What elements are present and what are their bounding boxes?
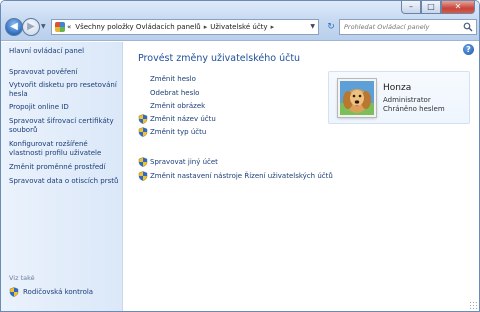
search-box[interactable] <box>339 19 477 35</box>
dog-picture-icon <box>340 81 374 115</box>
window-controls: – □ ✕ <box>401 1 475 15</box>
search-input[interactable] <box>344 23 462 31</box>
refresh-icon: ↻ <box>327 22 335 32</box>
title-bar: – □ ✕ ◀ ▶ ▼ « Všechny položky Ovládacích… <box>1 1 479 41</box>
recent-pages-dropdown[interactable]: ▼ <box>41 23 46 30</box>
breadcrumb-separator[interactable]: ▸ <box>271 23 275 31</box>
search-icon[interactable] <box>463 22 473 32</box>
address-dropdown-icon[interactable]: ▼ <box>310 23 315 30</box>
uac-shield-icon <box>9 287 19 297</box>
user-account-card: Honza Administrator Chráněno heslem <box>328 71 470 124</box>
forward-arrow-icon: ▶ <box>27 21 35 32</box>
breadcrumb-all-items[interactable]: Všechny položky Ovládacích panelů <box>75 23 200 31</box>
task-change-picture[interactable]: Změnit obrázek <box>138 102 205 110</box>
forward-button[interactable]: ▶ <box>22 18 40 36</box>
task-label: Změnit heslo <box>150 75 196 83</box>
breadcrumb-separator[interactable]: ▸ <box>204 23 208 31</box>
task-label: Změnit nastavení nástroje Řízení uživate… <box>150 172 333 180</box>
parental-controls-label: Rodičovská kontrola <box>23 288 94 296</box>
refresh-button[interactable]: ↻ <box>323 19 339 35</box>
sidebar-item-manage-credentials[interactable]: Spravovat pověření <box>9 68 119 77</box>
task-remove-password[interactable]: Odebrat heslo <box>138 89 199 97</box>
sidebar-item-control-panel-home[interactable]: Hlavní ovládací panel <box>9 47 119 56</box>
uac-shield-icon <box>138 157 148 167</box>
resize-grip[interactable] <box>469 301 477 309</box>
task-label: Odebrat heslo <box>150 89 200 97</box>
main-content: ? Provést změny uživatelského účtu Změni… <box>124 42 479 311</box>
sidebar-item-encryption-certificates[interactable]: Spravovat šifrovací certifikáty souborů <box>9 117 119 135</box>
task-manage-another-account[interactable]: Spravovat jiný účet <box>138 157 218 167</box>
navigation-bar: ◀ ▶ ▼ « Všechny položky Ovládacích panel… <box>5 17 477 37</box>
uac-shield-icon <box>138 171 148 181</box>
task-uac-settings[interactable]: Změnit nastavení nástroje Řízení uživate… <box>138 171 333 181</box>
sidebar-item-link-online-id[interactable]: Propojit online ID <box>9 103 119 112</box>
back-button[interactable]: ◀ <box>5 18 23 36</box>
password-status: Chráněno heslem <box>383 105 445 113</box>
sidebar-item-advanced-profile-properties[interactable]: Konfigurovat rozšířené vlastnosti profil… <box>9 140 119 158</box>
task-change-account-name[interactable]: Změnit název účtu <box>138 114 216 124</box>
sidebar-item-parental-controls[interactable]: Rodičovská kontrola <box>9 287 93 297</box>
sidebar-item-fingerprint-data[interactable]: Spravovat data o otiscích prstů <box>9 177 119 186</box>
control-panel-icon <box>55 22 65 32</box>
sidebar-item-environment-variables[interactable]: Změnit proměnné prostředí <box>9 163 119 172</box>
uac-shield-icon <box>138 127 148 137</box>
breadcrumb-overflow[interactable]: « <box>67 23 71 31</box>
address-bar[interactable]: « Všechny položky Ovládacích panelů ▸ Už… <box>51 19 319 35</box>
breadcrumb-user-accounts[interactable]: Uživatelské účty <box>210 23 267 31</box>
task-label: Změnit obrázek <box>150 102 206 110</box>
help-icon[interactable]: ? <box>463 44 474 55</box>
task-change-account-type[interactable]: Změnit typ účtu <box>138 127 206 137</box>
back-arrow-icon: ◀ <box>10 21 18 32</box>
avatar[interactable] <box>338 79 376 117</box>
task-label: Změnit typ účtu <box>150 128 207 136</box>
user-name: Honza <box>383 83 412 93</box>
page-title: Provést změny uživatelského účtu <box>138 53 301 64</box>
control-panel-window: – □ ✕ ◀ ▶ ▼ « Všechny položky Ovládacích… <box>0 0 480 312</box>
see-also-label: Viz také <box>9 274 35 282</box>
maximize-button[interactable]: □ <box>421 1 441 14</box>
task-label: Spravovat jiný účet <box>150 158 218 166</box>
uac-shield-icon <box>138 114 148 124</box>
task-change-password[interactable]: Změnit heslo <box>138 75 196 83</box>
minimize-button[interactable]: – <box>401 1 421 14</box>
task-label: Změnit název účtu <box>150 115 216 123</box>
sidebar-item-password-reset-disk[interactable]: Vytvořit disketu pro resetování hesla <box>9 81 119 99</box>
user-role: Administrator <box>383 96 431 104</box>
sidebar: Hlavní ovládací panel Spravovat pověření… <box>1 42 123 311</box>
close-button[interactable]: ✕ <box>441 1 475 14</box>
